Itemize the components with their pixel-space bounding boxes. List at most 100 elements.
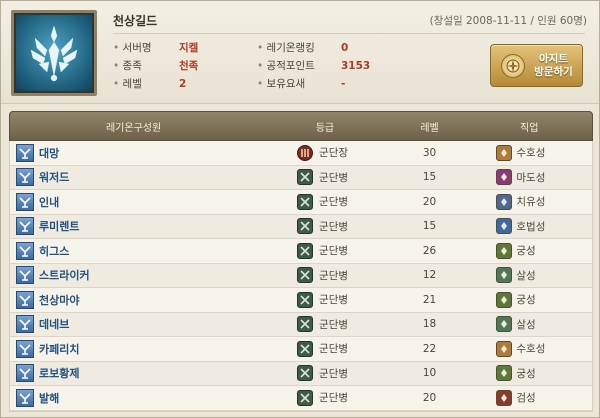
job-class-icon xyxy=(496,193,513,210)
info-value: - xyxy=(341,78,346,90)
level-cell: 15 xyxy=(422,171,437,184)
grade-text: 군단병 xyxy=(319,220,349,233)
table-header: 레기온구성원 등급 레벨 직업 xyxy=(9,111,593,141)
job-cell: 수호성 xyxy=(466,340,592,357)
grade-text: 군단병 xyxy=(319,318,349,331)
visit-button-line1: 아지트 xyxy=(539,52,568,65)
info-row-ranking: 레기온랭킹 0 xyxy=(257,39,370,57)
member-name-link[interactable]: 히그스 xyxy=(39,243,69,259)
info-value: 0 xyxy=(341,42,349,54)
member-class-icon xyxy=(16,339,34,358)
soldier-rank-icon xyxy=(297,193,314,210)
table-row: 천상마야 군단병 21 궁성 xyxy=(10,288,592,313)
grade-text: 군단병 xyxy=(319,343,349,356)
job-class-icon xyxy=(496,340,513,357)
job-class-icon xyxy=(496,218,513,235)
member-class-icon xyxy=(16,290,34,309)
member-name-link[interactable]: 대망 xyxy=(39,145,59,161)
grade-cell: 군단병 xyxy=(257,316,393,333)
info-label: 보유요새 xyxy=(257,75,341,93)
member-name-link[interactable]: 인내 xyxy=(39,194,59,210)
member-cell: 카페리치 xyxy=(10,339,257,358)
level-cell: 12 xyxy=(422,269,437,282)
info-label: 서버명 xyxy=(113,39,179,57)
member-name-link[interactable]: 루미렌트 xyxy=(39,218,79,234)
grade-cell: 군단장 xyxy=(257,144,393,161)
job-text: 호법성 xyxy=(516,220,546,233)
soldier-rank-icon xyxy=(297,316,314,333)
guild-name: 천상길드 xyxy=(113,14,158,28)
member-cell: 인내 xyxy=(10,192,257,211)
member-name-link[interactable]: 로보황제 xyxy=(39,365,79,381)
member-class-icon xyxy=(16,364,34,383)
member-cell: 히그스 xyxy=(10,241,257,260)
grade-cell: 군단병 xyxy=(257,169,393,186)
info-label: 공적포인트 xyxy=(257,57,341,75)
table-row: 카페리치 군단병 22 수호성 xyxy=(10,337,592,362)
info-value: 3153 xyxy=(341,60,371,72)
grade-text: 군단병 xyxy=(319,367,349,380)
grade-text: 군단병 xyxy=(319,245,349,258)
level-cell: 20 xyxy=(422,195,437,208)
member-cell: 데네브 xyxy=(10,315,257,334)
level-cell: 10 xyxy=(422,367,437,380)
guild-meta: (창설일 2008-11-11 / 인원 60명) xyxy=(429,15,587,27)
soldier-rank-icon xyxy=(297,242,314,259)
visit-button-line2: 방문하기 xyxy=(534,65,573,78)
member-name-link[interactable]: 데네브 xyxy=(39,316,69,332)
job-text: 마도성 xyxy=(516,171,546,184)
member-class-icon xyxy=(16,241,34,260)
guild-emblem-icon xyxy=(16,15,92,91)
job-cell: 치유성 xyxy=(466,193,592,210)
member-class-icon xyxy=(16,266,34,285)
job-text: 검성 xyxy=(516,392,536,405)
grade-text: 군단병 xyxy=(319,196,349,209)
job-cell: 살성 xyxy=(466,267,592,284)
soldier-rank-icon xyxy=(297,389,314,406)
grade-cell: 군단병 xyxy=(257,291,393,308)
grade-cell: 군단병 xyxy=(257,340,393,357)
member-cell: 로보황제 xyxy=(10,364,257,383)
job-text: 살성 xyxy=(516,269,536,282)
job-class-icon xyxy=(496,316,513,333)
table-row: 발해 군단병 20 검성 xyxy=(10,386,592,411)
table-body: 대망 군단장 30 수호성 워저드 군단병 15 마도성 인내 군단병 20 치유성 루미렌트 군단병 15… xyxy=(9,141,593,412)
member-cell: 발해 xyxy=(10,388,257,407)
info-label: 종족 xyxy=(113,57,179,75)
member-name-link[interactable]: 발해 xyxy=(39,390,59,406)
table-row: 인내 군단병 20 치유성 xyxy=(10,190,592,215)
info-value: 2 xyxy=(179,78,187,90)
guild-header: 천상길드 (창설일 2008-11-11 / 인원 60명) 서버명 지켈 종족… xyxy=(1,1,599,104)
header-grade: 등급 xyxy=(315,122,335,134)
info-row-level: 레벨 2 xyxy=(113,75,198,93)
soldier-rank-icon xyxy=(297,365,314,382)
job-class-icon xyxy=(496,365,513,382)
level-cell: 21 xyxy=(422,293,437,306)
header-name: 레기온구성원 xyxy=(105,122,162,134)
visit-hideout-button[interactable]: 아지트 방문하기 xyxy=(490,44,583,87)
member-table: 레기온구성원 등급 레벨 직업 대망 군단장 30 수호성 워저드 군단병 15 마도성 인내 군… xyxy=(9,111,593,415)
table-row: 루미렌트 군단병 15 호법성 xyxy=(10,214,592,239)
info-row-server: 서버명 지켈 xyxy=(113,39,199,57)
member-name-link[interactable]: 천상마야 xyxy=(39,292,79,308)
soldier-rank-icon xyxy=(297,267,314,284)
grade-cell: 군단병 xyxy=(257,193,393,210)
grade-cell: 군단병 xyxy=(257,267,393,284)
job-class-icon xyxy=(496,267,513,284)
level-cell: 20 xyxy=(422,391,437,404)
info-label: 레기온랭킹 xyxy=(257,39,341,57)
level-cell: 15 xyxy=(422,220,437,233)
level-cell: 18 xyxy=(422,318,437,331)
info-row-race: 종족 천족 xyxy=(113,57,199,75)
member-name-link[interactable]: 스트라이커 xyxy=(39,267,90,283)
job-text: 수호성 xyxy=(516,147,546,160)
level-cell: 22 xyxy=(422,342,437,355)
header-divider xyxy=(113,33,585,34)
job-class-icon xyxy=(496,144,513,161)
job-cell: 궁성 xyxy=(466,291,592,308)
member-cell: 천상마야 xyxy=(10,290,257,309)
job-cell: 마도성 xyxy=(466,169,592,186)
compass-icon xyxy=(501,53,525,78)
member-name-link[interactable]: 워저드 xyxy=(39,169,69,185)
member-name-link[interactable]: 카페리치 xyxy=(39,341,79,357)
